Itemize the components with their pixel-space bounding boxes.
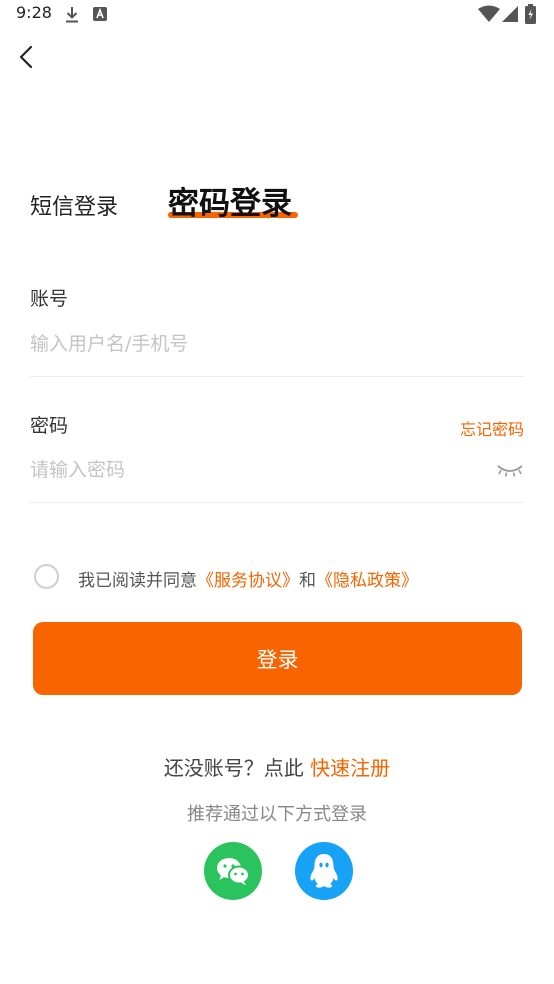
login-button-label: 登录 [256, 647, 299, 672]
back-button[interactable] [12, 40, 46, 74]
agreement-text: 我已阅读并同意《服务协议》和《隐私政策》 [78, 566, 418, 591]
download-icon [64, 6, 80, 28]
agreement-and: 和 [299, 571, 316, 591]
service-agreement-link[interactable]: 《服务协议》 [197, 571, 299, 591]
password-label: 密码 [30, 415, 69, 437]
account-input[interactable] [30, 330, 520, 358]
tab-sms-login[interactable]: 短信登录 [30, 189, 118, 221]
account-label: 账号 [30, 288, 69, 310]
status-time: 9:28 [16, 3, 52, 22]
wechat-icon [204, 858, 262, 904]
account-divider [30, 376, 524, 377]
register-prompt: 还没账号？点此 快速注册 [0, 752, 554, 781]
qq-icon [295, 854, 353, 904]
register-prompt-text: 还没账号？点此 [163, 756, 304, 780]
signal-icon [502, 6, 518, 26]
agreement-checkbox[interactable] [34, 564, 59, 589]
agreement-prefix: 我已阅读并同意 [78, 571, 197, 591]
social-login-title: 推荐通过以下方式登录 [187, 804, 367, 825]
forgot-password-link[interactable]: 忘记密码 [460, 416, 524, 440]
qq-login-button[interactable] [295, 842, 353, 900]
password-input[interactable] [30, 456, 480, 484]
eye-closed-icon[interactable] [496, 461, 524, 483]
chevron-left-icon [12, 45, 46, 78]
wifi-icon [478, 5, 500, 27]
status-bar: 9:28 [0, 0, 554, 30]
battery-icon [525, 4, 536, 28]
wechat-login-button[interactable] [204, 842, 262, 900]
quick-register-link[interactable]: 快速注册 [310, 756, 390, 780]
tab-password-login[interactable]: 密码登录 [168, 178, 292, 223]
password-divider [30, 502, 524, 503]
a-badge-icon [93, 6, 107, 26]
privacy-policy-link[interactable]: 《隐私政策》 [316, 571, 418, 591]
login-button[interactable]: 登录 [33, 622, 522, 695]
